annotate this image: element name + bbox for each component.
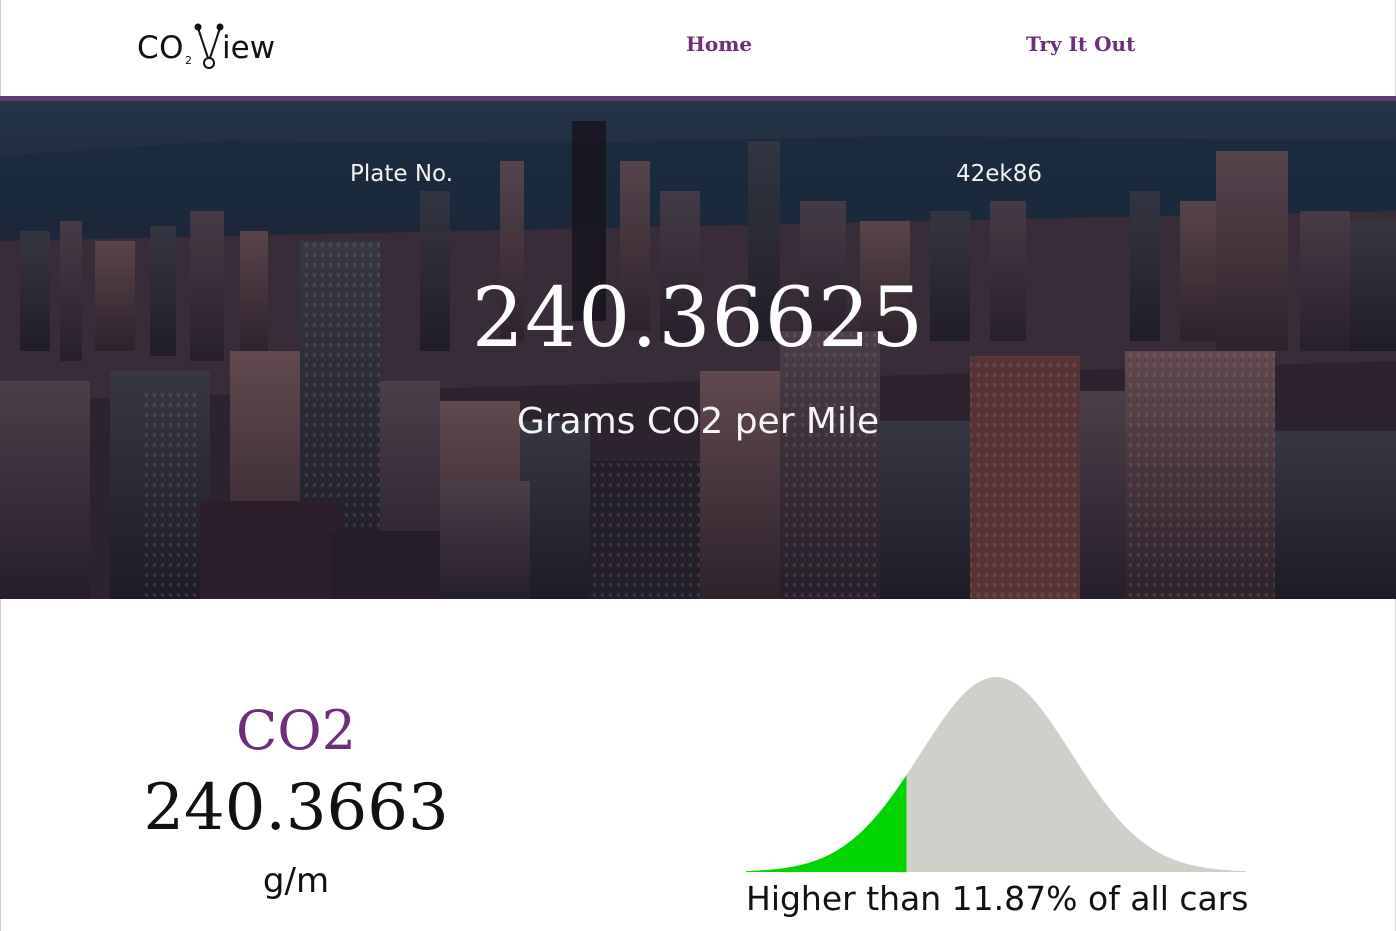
- hero-emission-value: 240.36625: [471, 271, 925, 366]
- nav-home-link[interactable]: Home: [686, 32, 752, 56]
- nav-try-it-out-link[interactable]: Try It Out: [1026, 32, 1135, 56]
- plate-value: 42ek86: [956, 161, 1043, 187]
- co2-value: 240.3663: [143, 771, 449, 845]
- distribution-area: [746, 677, 1246, 872]
- co2-unit: g/m: [262, 861, 330, 901]
- hero-banner: Plate No. 42ek86 240.36625 Grams CO2 per…: [0, 96, 1396, 599]
- co2-title: CO2: [236, 699, 356, 762]
- site-logo[interactable]: CO 2 iew: [137, 22, 297, 72]
- comparison-text: Higher than 11.87% of all cars: [746, 879, 1249, 918]
- site-header: CO 2 iew Home Try It Out: [0, 0, 1396, 96]
- percentile-area: [746, 775, 907, 872]
- logo-text-co: CO: [137, 30, 185, 66]
- hero-emission-unit: Grams CO2 per Mile: [516, 401, 880, 442]
- logo-text-iew: iew: [222, 30, 276, 66]
- summary-section: CO2 240.3663 g/m Higher than 11.87% of a…: [0, 599, 1396, 931]
- plate-label: Plate No.: [350, 161, 454, 187]
- distribution-curve: [746, 677, 1246, 872]
